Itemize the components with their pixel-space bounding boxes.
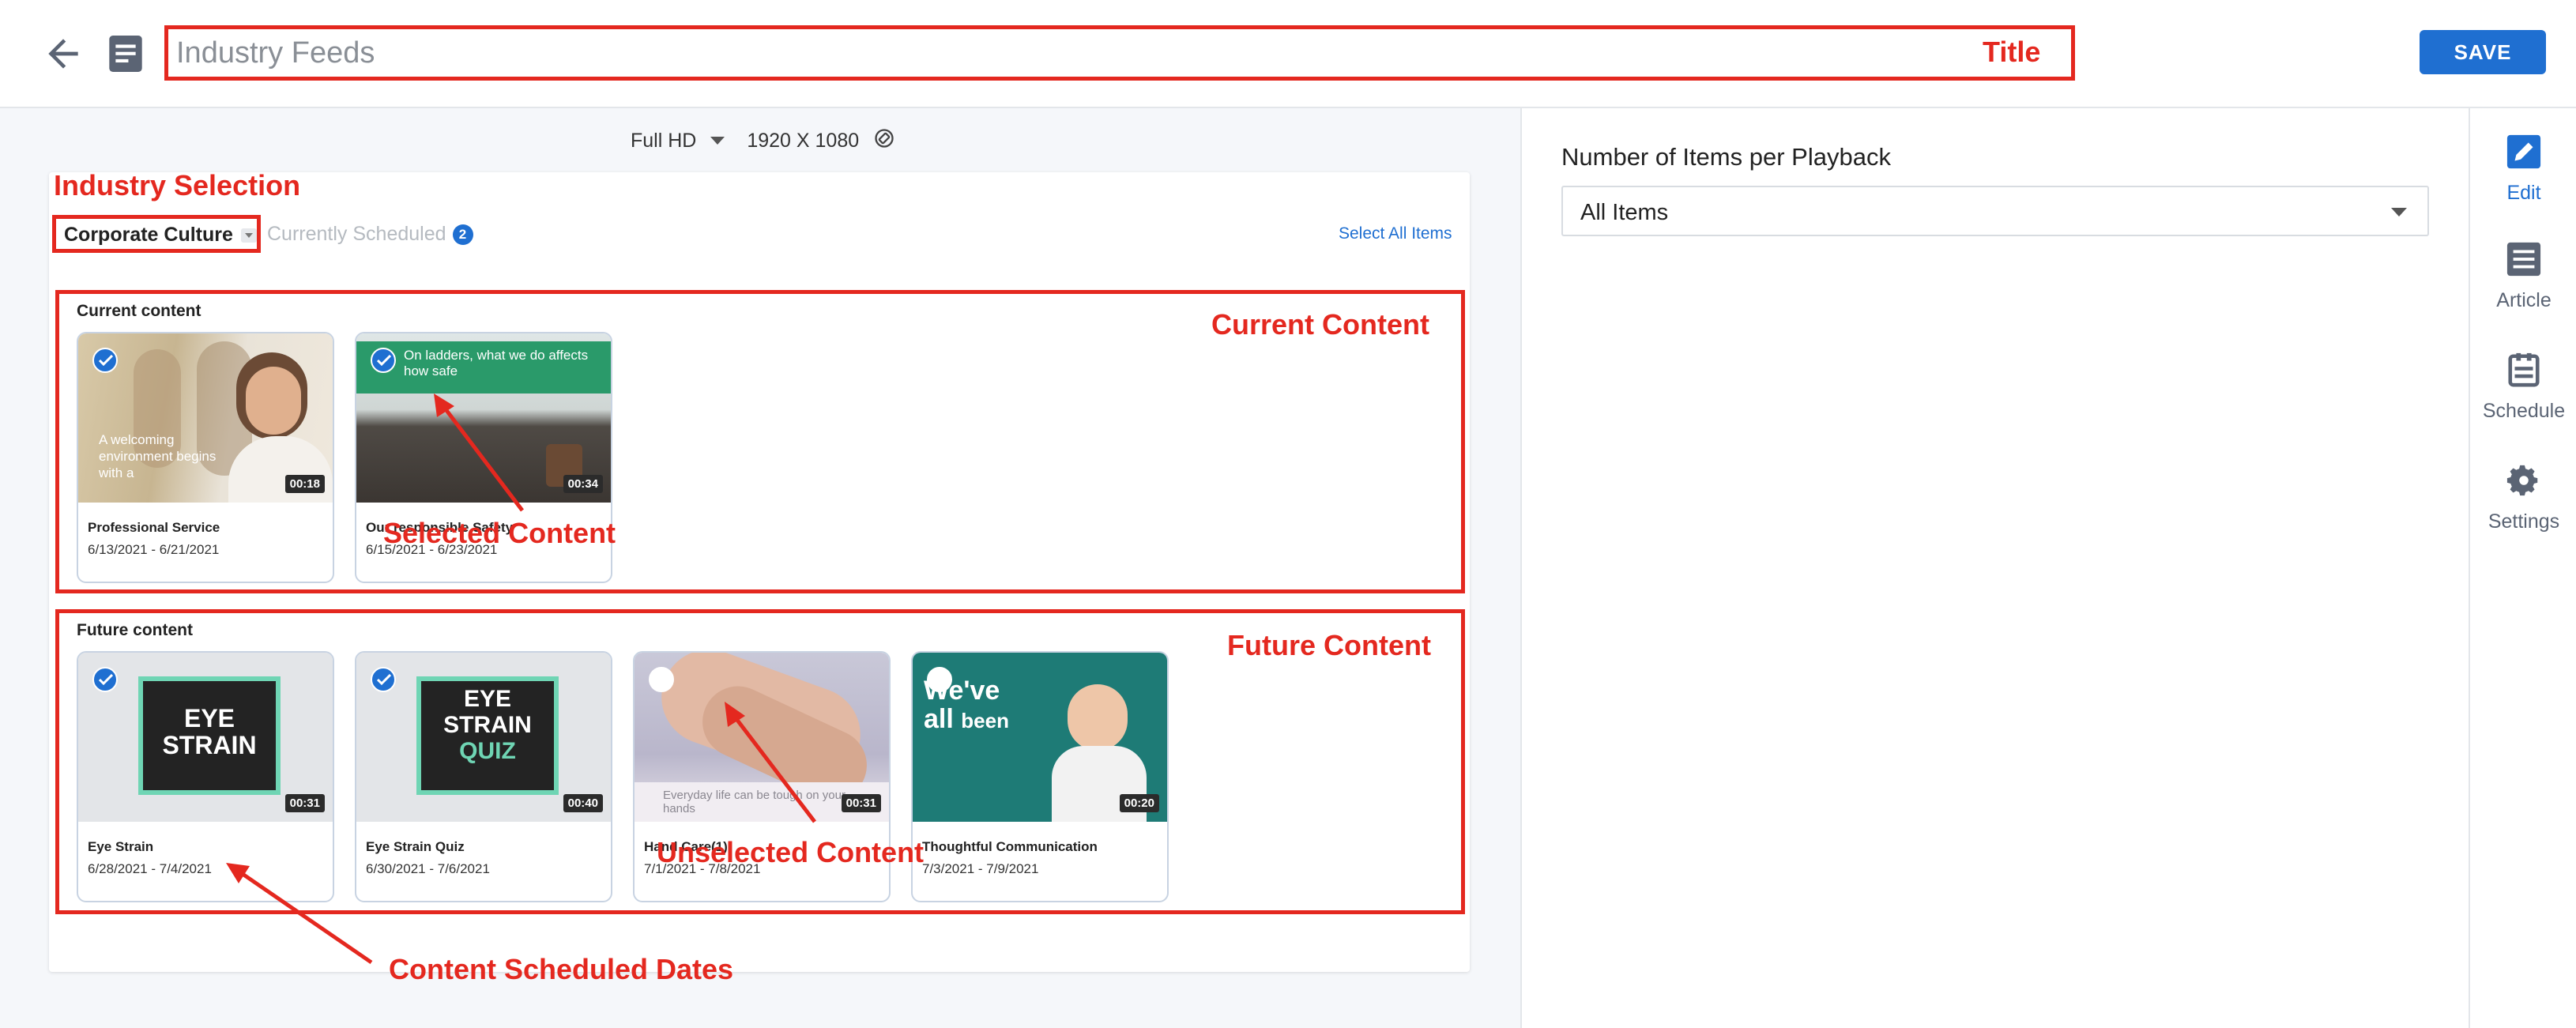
unselected-circle-icon[interactable] (927, 667, 952, 692)
future-content-label: Future content (77, 621, 193, 639)
nav-settings[interactable]: Settings (2470, 462, 2576, 533)
dropdown-arrow-icon[interactable] (240, 228, 257, 243)
save-button[interactable]: SAVE (2420, 30, 2546, 74)
schedule-icon (2506, 352, 2542, 394)
duration-badge: 00:18 (284, 475, 325, 493)
app-screen: Title SAVE Full HD 1920 X 1080 Industry … (0, 0, 2576, 1028)
nav-label: Article (2496, 289, 2552, 311)
current-content-label: Current content (77, 302, 201, 320)
document-icon[interactable] (107, 33, 144, 74)
content-title: Eye Strain Quiz (366, 839, 465, 854)
annotation-arrow (226, 863, 373, 965)
top-bar: Title SAVE (0, 0, 2576, 108)
thumbnail-line: STRAIN (162, 731, 257, 759)
annotation-scheduled-dates: Content Scheduled Dates (389, 953, 734, 985)
items-per-playback-select[interactable]: All Items (1561, 186, 2429, 236)
content-tile[interactable]: We've all been 00:20 Thoughtful Communic… (911, 651, 1169, 902)
items-per-playback-value: All Items (1580, 200, 1669, 225)
annotation-selected-content: Selected Content (383, 517, 616, 549)
currently-scheduled-label: Currently Scheduled (267, 223, 446, 245)
thumbnail-line: EYE (463, 686, 512, 712)
resolution-dimensions: 1920 X 1080 (747, 129, 860, 152)
duration-badge: 00:31 (284, 794, 325, 812)
thumbnail-line: QUIZ (459, 738, 516, 764)
select-all-link[interactable]: Select All Items (1339, 224, 1452, 243)
current-content-section: Current content Current Content A welcom… (55, 290, 1465, 593)
thumbnail-line: all (924, 704, 954, 734)
annotation-unselected-content: Unselected Content (657, 836, 925, 868)
content-dates: 7/3/2021 - 7/9/2021 (922, 861, 1039, 876)
currently-scheduled[interactable]: Currently Scheduled 2 (267, 223, 473, 246)
pencil-icon (2506, 134, 2542, 175)
industry-value: Corporate Culture (64, 224, 233, 246)
nav-edit[interactable]: Edit (2470, 134, 2576, 205)
items-per-playback-label: Number of Items per Playback (1561, 143, 1891, 171)
chevron-down-icon[interactable] (710, 137, 725, 145)
duration-badge: 00:34 (563, 475, 603, 493)
thumbnail-line: EYE (183, 704, 235, 732)
side-nav: Edit Article Schedule Settings (2469, 108, 2576, 1028)
selected-check-icon[interactable] (371, 667, 396, 692)
content-dates: 6/28/2021 - 7/4/2021 (88, 861, 212, 876)
scheduled-count-badge: 2 (452, 224, 473, 245)
annotation-arrow (725, 702, 816, 823)
annotation-future-content: Future Content (1227, 629, 1431, 661)
back-arrow-icon[interactable] (41, 32, 85, 76)
rotate-icon[interactable] (873, 127, 895, 155)
duration-badge: 00:40 (563, 794, 603, 812)
industry-selector-highlight: Corporate Culture (52, 215, 261, 253)
content-title: Professional Service (88, 520, 220, 535)
selected-check-icon[interactable] (92, 667, 118, 692)
content-tile[interactable]: A welcoming environment begins with a 00… (77, 332, 334, 583)
annotation-current-content: Current Content (1211, 308, 1429, 341)
content-title: Eye Strain (88, 839, 154, 854)
selected-check-icon[interactable] (92, 348, 118, 373)
thumbnail-caption: A welcoming environment begins with a (99, 432, 217, 480)
nav-article[interactable]: Article (2470, 241, 2576, 312)
title-field-highlight: Title (164, 25, 2075, 81)
thumbnail-line: been (961, 709, 1009, 732)
title-input[interactable] (176, 36, 1599, 70)
nav-label: Schedule (2482, 400, 2566, 422)
article-icon (2506, 241, 2542, 283)
chevron-down-icon[interactable] (2391, 208, 2407, 217)
thumbnail-line: STRAIN (443, 712, 532, 738)
duration-badge: 00:20 (1119, 794, 1159, 812)
annotation-title: Title (1983, 36, 2041, 68)
content-dates: 6/13/2021 - 6/21/2021 (88, 542, 220, 557)
content-title: Thoughtful Communication (922, 839, 1098, 854)
playback-settings-panel: Number of Items per Playback All Items (1520, 108, 2469, 1028)
nav-label: Edit (2506, 182, 2541, 204)
annotation-industry-selection: Industry Selection (54, 169, 301, 201)
industry-dropdown[interactable]: Corporate Culture (64, 224, 257, 247)
resolution-bar: Full HD 1920 X 1080 (631, 123, 895, 158)
resolution-preset[interactable]: Full HD (631, 130, 696, 153)
nav-label: Settings (2487, 510, 2560, 533)
nav-schedule[interactable]: Schedule (2470, 352, 2576, 423)
gear-icon (2506, 462, 2542, 504)
